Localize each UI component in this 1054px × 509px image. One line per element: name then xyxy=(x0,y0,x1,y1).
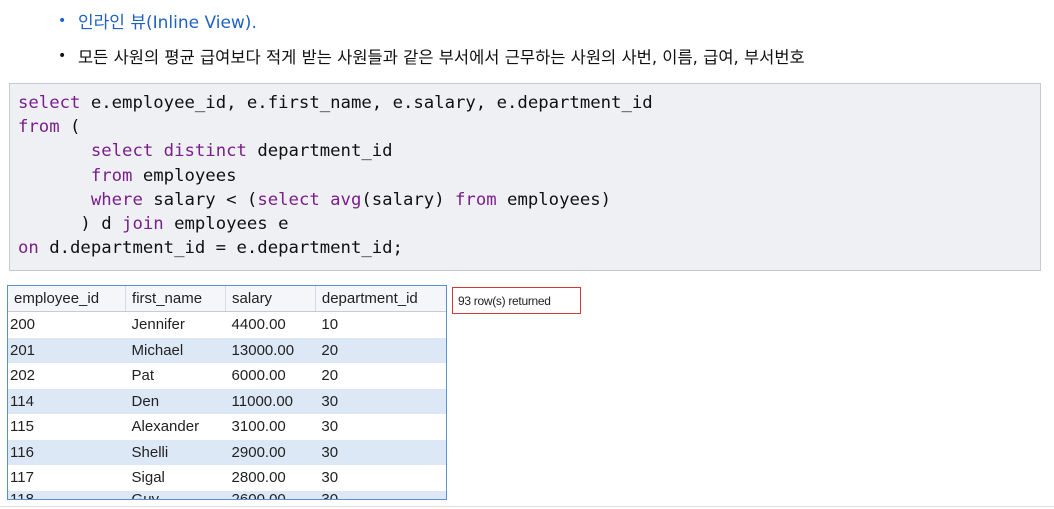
table-cell: 13000.00 xyxy=(225,337,316,363)
sql-text: e.employee_id, e.first_name, e.salary, e… xyxy=(80,93,653,113)
table-row[interactable]: 118 Guy 2600.00 30 xyxy=(8,490,446,499)
table-cell: 30 xyxy=(321,469,339,487)
table-cell: Jennifer xyxy=(131,316,185,334)
table-cell: 30 xyxy=(315,490,446,499)
bullet-text: 인라인 뷰(Inline View). xyxy=(78,13,257,33)
code-line: select distinct department_id xyxy=(18,139,1040,163)
table-cell: Pat xyxy=(131,367,155,385)
sql-keyword: select distinct xyxy=(90,141,247,162)
table-cell: 3100.00 xyxy=(231,418,286,436)
table-cell: 202 xyxy=(10,367,36,385)
code-line: on d.department_id = e.department_id; xyxy=(18,236,1040,260)
table-row[interactable]: 116 Shelli 2900.00 30 xyxy=(8,439,446,465)
table-row[interactable]: 117 Sigal 2800.00 30 xyxy=(8,465,446,491)
table-row[interactable]: 202 Pat 6000.00 20 xyxy=(8,363,446,389)
results-grid[interactable]: employee_id first_name salary department… xyxy=(7,285,447,500)
sql-keyword: on xyxy=(18,238,39,259)
table-row[interactable]: 201 Michael 13000.00 20 xyxy=(8,337,446,363)
sql-text: employees xyxy=(132,165,237,186)
table-cell: Sigal xyxy=(131,469,165,487)
code-line: from employees xyxy=(18,164,1040,188)
code-line: select e.employee_id, e.first_name, e.sa… xyxy=(18,91,1040,115)
table-cell: 2800.00 xyxy=(231,469,286,487)
sql-text: employees e xyxy=(163,213,289,234)
table-cell: 201 xyxy=(8,337,126,363)
divider xyxy=(0,506,1054,507)
sql-keyword: from xyxy=(90,165,133,186)
table-cell: Michael xyxy=(125,337,226,363)
table-cell: 10 xyxy=(321,316,339,334)
table-row[interactable]: 115 Alexander 3100.00 30 xyxy=(8,414,446,440)
bullet-text: 모든 사원의 평균 급여보다 적게 받는 사원들과 같은 부서에서 근무하는 사… xyxy=(78,48,805,67)
column-header-salary[interactable]: salary xyxy=(225,286,316,312)
table-cell: 2600.00 xyxy=(225,490,316,499)
sql-keyword: where xyxy=(90,189,143,210)
table-cell: 4400.00 xyxy=(231,316,286,334)
table-cell: Shelli xyxy=(125,439,226,465)
code-line: where salary < (select avg(salary) from … xyxy=(18,188,1040,212)
bullet-description: • 모든 사원의 평균 급여보다 적게 받는 사원들과 같은 부서에서 근무하는… xyxy=(58,44,805,68)
table-cell: 2900.00 xyxy=(225,439,316,465)
table-cell: 116 xyxy=(8,439,126,465)
table-cell: Alexander xyxy=(131,418,200,436)
sql-keyword: select avg xyxy=(257,189,362,210)
sql-keyword: from xyxy=(455,189,497,210)
table-cell: 30 xyxy=(321,418,339,436)
table-cell: 118 xyxy=(8,490,126,499)
table-cell: 117 xyxy=(10,469,34,487)
sql-text: (salary) xyxy=(361,189,456,210)
sql-text: department_id xyxy=(246,141,393,162)
table-cell: 115 xyxy=(10,418,34,436)
bullet-dot: • xyxy=(58,48,67,64)
column-header-employee-id[interactable]: employee_id xyxy=(8,286,127,312)
table-cell: Guy xyxy=(125,490,226,499)
sql-text: d.department_id = e.department_id; xyxy=(38,238,403,259)
table-cell: 11000.00 xyxy=(225,388,316,414)
code-line: ) d join employees e xyxy=(18,212,1040,236)
table-cell: 30 xyxy=(315,439,446,465)
sql-keyword: select xyxy=(18,93,81,113)
table-cell: 114 xyxy=(8,388,126,414)
table-cell: 6000.00 xyxy=(231,367,286,385)
results-table: employee_id first_name salary department… xyxy=(8,286,446,499)
table-row[interactable]: 200 Jennifer 4400.00 10 xyxy=(8,312,446,338)
sql-text: salary < ( xyxy=(142,189,258,210)
column-header-department-id[interactable]: department_id xyxy=(315,286,446,312)
table-cell: Den xyxy=(125,388,226,414)
rows-returned-status: 93 row(s) returned xyxy=(452,287,581,314)
code-line: from ( xyxy=(18,115,1040,139)
table-cell: 30 xyxy=(315,388,446,414)
sql-keyword: from xyxy=(18,117,60,138)
table-cell: 20 xyxy=(321,367,339,385)
sql-text: ) d xyxy=(18,213,123,234)
sql-keyword: join xyxy=(122,213,164,234)
sql-code-editor[interactable]: select e.employee_id, e.first_name, e.sa… xyxy=(9,83,1041,271)
bullet-dot: • xyxy=(58,12,67,29)
table-cell: 20 xyxy=(315,337,446,363)
sql-text: ( xyxy=(59,117,81,138)
table-header-row: employee_id first_name salary department… xyxy=(8,286,446,312)
column-header-first-name[interactable]: first_name xyxy=(125,286,227,312)
table-cell: 200 xyxy=(10,316,36,334)
table-row[interactable]: 114 Den 11000.00 30 xyxy=(8,388,446,414)
bullet-inline-view: • 인라인 뷰(Inline View). xyxy=(58,8,257,34)
sql-text: employees) xyxy=(496,189,612,210)
